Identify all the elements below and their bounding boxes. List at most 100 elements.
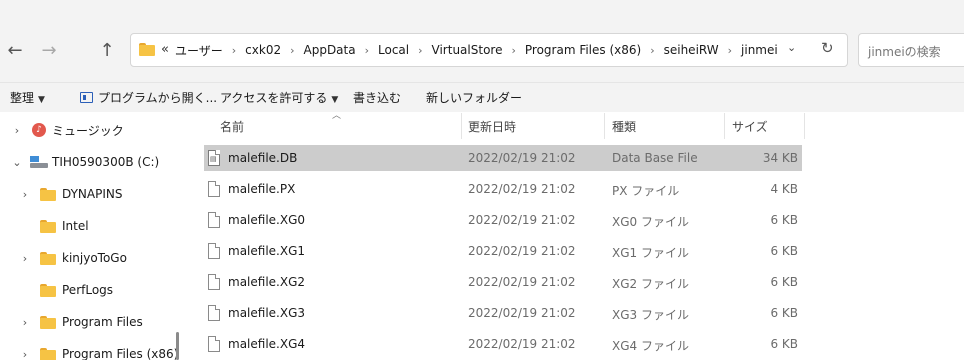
nav-item-c-drive[interactable]: ⌄ TIH0590300B (C:) [10,147,159,177]
organize-button[interactable]: 整理 ▼ [10,89,45,106]
organize-label: 整理 [10,91,35,105]
file-name: malefile.XG1 [228,244,306,258]
chevron-right-icon[interactable]: › [18,316,32,329]
folder-icon [40,219,56,233]
address-bar[interactable]: « ユーザー › cxk02 › AppData › Local › Virtu… [130,33,848,67]
breadcrumb-item[interactable]: Local [378,43,409,57]
file-date: 2022/02/19 21:02 [468,244,576,258]
file-size: 6 KB [770,275,798,289]
column-header-type[interactable]: 種類 [612,113,722,139]
chevron-right-icon[interactable]: › [18,188,32,201]
chevron-right-icon[interactable]: › [232,44,236,57]
burn-button[interactable]: 書き込む [353,89,401,106]
folder-icon [40,283,56,297]
breadcrumb-item[interactable]: VirtualStore [432,43,503,57]
chevron-right-icon[interactable]: › [418,44,422,57]
breadcrumb: ユーザー › cxk02 › AppData › Local › Virtual… [175,34,778,66]
nav-item-perflogs[interactable]: PerfLogs [18,275,113,305]
drive-icon [30,156,48,168]
file-row[interactable]: malefile.XG4 2022/02/19 21:02 XG4 ファイル 6… [204,331,802,357]
nav-item-intel[interactable]: Intel [18,211,89,241]
column-divider[interactable] [724,113,725,139]
share-label: アクセスを許可する [220,91,328,105]
file-row[interactable]: malefile.XG3 2022/02/19 21:02 XG3 ファイル 6… [204,300,802,326]
file-size: 6 KB [770,337,798,351]
nav-item-music[interactable]: › ♪ ミュージック [10,115,124,145]
open-with-button[interactable]: プログラムから開く... [80,89,217,106]
refresh-icon[interactable]: ↻ [821,39,834,57]
folder-icon [40,347,56,360]
file-type: XG1 ファイル [612,246,689,260]
nav-item-program-files[interactable]: › Program Files [18,307,143,337]
file-name: malefile.PX [228,182,296,196]
column-divider[interactable] [604,113,605,139]
music-icon: ♪ [32,123,46,137]
folder-icon [139,43,155,56]
file-row[interactable]: malefile.XG1 2022/02/19 21:02 XG1 ファイル 6… [204,238,802,264]
forward-arrow-icon[interactable]: → [38,40,60,62]
file-size: 34 KB [762,151,798,165]
share-button[interactable]: アクセスを許可する ▼ [220,89,338,106]
file-row[interactable]: malefile.XG0 2022/02/19 21:02 XG0 ファイル 6… [204,207,802,233]
nav-item-label: Intel [62,219,89,233]
new-folder-label: 新しいフォルダー [426,91,523,105]
file-icon [208,212,220,228]
nav-scrollbar[interactable] [176,332,179,360]
file-type: PX ファイル [612,184,680,198]
column-header-name[interactable]: 名前 [220,113,460,139]
navigation-pane: › ♪ ミュージック ⌄ TIH0590300B (C:) › DYNAPINS… [0,113,186,360]
folder-icon [40,251,56,265]
nav-item-kinjyotogo[interactable]: › kinjyoToGo [18,243,127,273]
file-date: 2022/02/19 21:02 [468,306,576,320]
breadcrumb-item[interactable]: ユーザー [175,42,223,59]
new-folder-button[interactable]: 新しいフォルダー [426,89,522,106]
chevron-down-icon[interactable]: ⌄ [10,156,24,169]
chevron-right-icon[interactable]: › [18,348,32,360]
chevron-right-icon[interactable]: › [18,252,32,265]
address-row: ← → ↑ « ユーザー › cxk02 › AppData › Local ›… [0,0,964,82]
breadcrumb-item[interactable]: Program Files (x86) [525,43,641,57]
chevron-right-icon[interactable]: › [10,124,24,137]
burn-label: 書き込む [353,91,402,105]
file-name: malefile.XG3 [228,306,306,320]
file-date: 2022/02/19 21:02 [468,182,576,196]
chevron-right-icon[interactable]: › [290,44,294,57]
chevron-right-icon[interactable]: › [511,44,515,57]
file-type: XG4 ファイル [612,339,689,353]
breadcrumb-item[interactable]: cxk02 [245,43,281,57]
breadcrumb-item[interactable]: seiheiRW [664,43,719,57]
file-type: Data Base File [612,151,698,165]
column-header-size[interactable]: サイズ [732,113,802,139]
file-row[interactable]: malefile.XG2 2022/02/19 21:02 XG2 ファイル 6… [204,269,802,295]
caret-down-icon: ▼ [38,95,45,105]
file-icon [208,274,220,290]
nav-item-label: TIH0590300B (C:) [52,155,160,169]
file-size: 6 KB [770,244,798,258]
column-divider[interactable] [804,113,805,139]
search-input[interactable]: jinmeiの検索 [858,33,964,67]
file-row[interactable]: malefile.PX 2022/02/19 21:02 PX ファイル 4 K… [204,176,802,202]
file-date: 2022/02/19 21:02 [468,213,576,227]
column-header-date[interactable]: 更新日時 [468,113,602,139]
chevron-right-icon[interactable]: › [650,44,654,57]
chevron-down-icon[interactable]: ⌄ [787,41,796,54]
file-size: 6 KB [770,213,798,227]
chevron-right-icon[interactable]: › [728,44,732,57]
file-row[interactable]: ▤ malefile.DB 2022/02/19 21:02 Data Base… [204,145,802,171]
breadcrumb-item[interactable]: AppData [304,43,356,57]
column-divider[interactable] [461,113,462,139]
file-name: malefile.XG0 [228,213,306,227]
open-with-label: プログラムから開く... [98,91,218,105]
chevron-right-icon[interactable]: › [365,44,369,57]
breadcrumb-overflow[interactable]: « [161,42,169,57]
breadcrumb-item[interactable]: jinmei [741,43,778,57]
file-name: malefile.XG4 [228,337,306,351]
file-icon [208,181,220,197]
nav-item-program-files-x86[interactable]: › Program Files (x86) [18,339,178,360]
file-list: ︿ 名前 更新日時 種類 サイズ ▤ malefile.DB 2022/02/1… [186,111,964,360]
back-arrow-icon[interactable]: ← [4,40,26,62]
nav-item-dynapins[interactable]: › DYNAPINS [18,179,123,209]
file-type: XG0 ファイル [612,215,689,229]
up-arrow-icon[interactable]: ↑ [96,40,118,62]
nav-item-label: ミュージック [52,123,124,138]
